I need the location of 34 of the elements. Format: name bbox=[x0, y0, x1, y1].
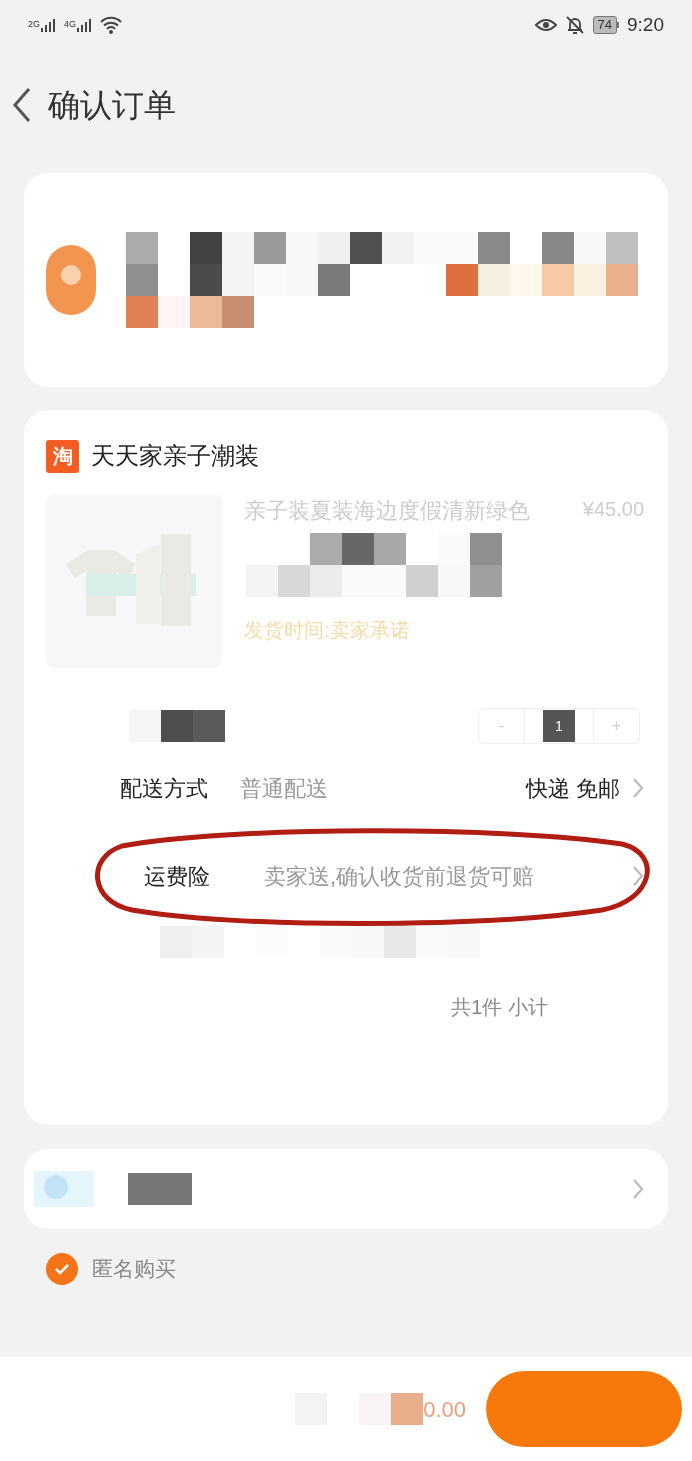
payment-logo-icon bbox=[34, 1171, 94, 1207]
checkbox-label: 匿名购买 bbox=[92, 1256, 176, 1283]
muted-bell-icon bbox=[564, 15, 585, 35]
summary-text: 共1件 小计 bbox=[451, 995, 548, 1020]
network-label: 4G bbox=[64, 18, 77, 31]
signal-icon bbox=[40, 18, 56, 32]
row-value: 卖家送,确认收货前退货可赔 bbox=[264, 862, 536, 891]
network-label: 2G bbox=[28, 18, 40, 31]
signal-icon bbox=[76, 18, 93, 32]
page-title: 确认订单 bbox=[48, 86, 176, 125]
check-icon bbox=[54, 1263, 70, 1275]
chevron-right-icon bbox=[632, 777, 644, 799]
option-row[interactable]: 配送方式 普通配送 快递 免邮 bbox=[24, 744, 668, 832]
checkbox[interactable] bbox=[46, 1253, 78, 1285]
row-label: 运费险 bbox=[144, 862, 211, 891]
shop-badge: 淘 bbox=[46, 439, 79, 473]
row-value: 普通配送 bbox=[240, 774, 329, 803]
battery-indicator: 74 bbox=[592, 16, 617, 34]
location-pin-icon bbox=[46, 245, 96, 315]
payment-card[interactable] bbox=[24, 1149, 668, 1229]
total-price: 0.00 bbox=[423, 1395, 466, 1424]
wifi-icon bbox=[100, 16, 123, 34]
mosaic-drawing bbox=[128, 1173, 192, 1205]
address-card[interactable] bbox=[24, 173, 668, 387]
clock-time: 9:20 bbox=[627, 12, 664, 37]
row-label: 配送方式 bbox=[120, 774, 209, 803]
row-extra: 快递 免邮 bbox=[525, 774, 620, 803]
option-row[interactable]: 运费险 卖家送,确认收货前退货可赔 bbox=[24, 832, 668, 920]
shipping-time: 发货时间:卖家承诺 bbox=[244, 618, 411, 643]
eye-icon bbox=[534, 17, 557, 33]
quantity-value[interactable]: 1 bbox=[525, 709, 593, 743]
shop-name[interactable]: 天天家亲子潮装 bbox=[91, 438, 259, 474]
chevron-right-icon bbox=[632, 1178, 644, 1200]
chevron-right-icon bbox=[632, 865, 644, 887]
